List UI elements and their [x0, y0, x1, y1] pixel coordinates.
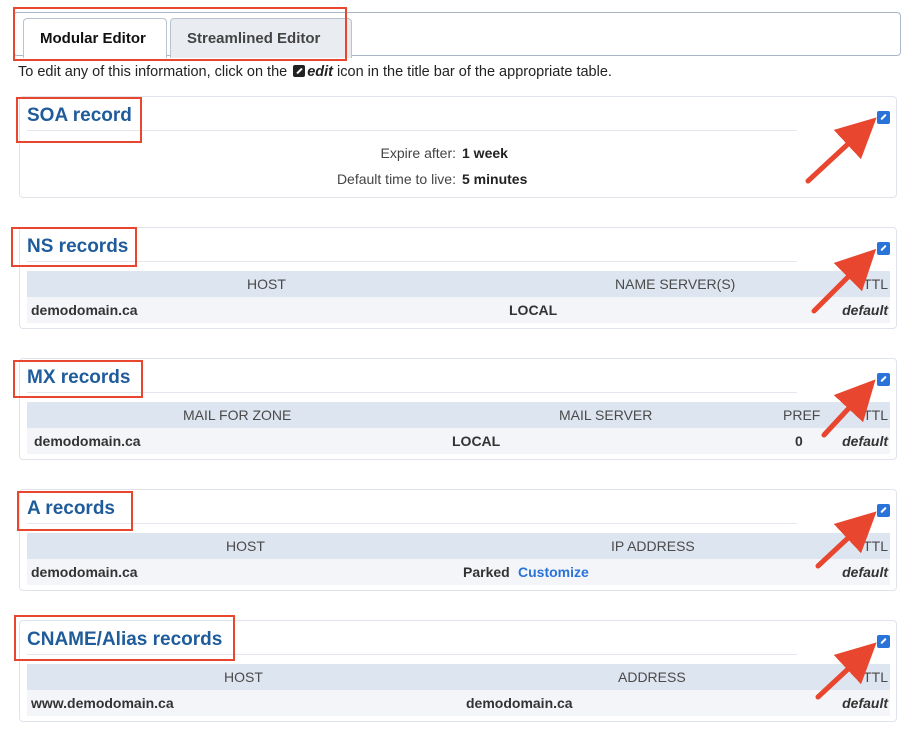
- cname-ttl-cell: default: [842, 695, 888, 711]
- instructions-before: To edit any of this information, click o…: [18, 64, 288, 80]
- title-divider: [27, 130, 797, 131]
- ns-table-header: HOST NAME SERVER(S) TTL: [27, 271, 890, 297]
- a-table-header: HOST IP ADDRESS TTL: [27, 533, 890, 559]
- editor-tabbar: Modular Editor Streamlined Editor: [13, 12, 901, 58]
- mx-records-title: MX records: [27, 367, 131, 388]
- cname-records-title: CNAME/Alias records: [27, 629, 223, 650]
- ns-edit-icon[interactable]: [877, 242, 890, 255]
- cname-host-cell: www.demodomain.ca: [31, 695, 174, 711]
- table-row: demodomain.ca Parked Customize default: [27, 559, 890, 585]
- instructions-text: To edit any of this information, click o…: [18, 64, 612, 80]
- table-row: www.demodomain.ca demodomain.ca default: [27, 690, 890, 716]
- a-host-cell: demodomain.ca: [31, 564, 138, 580]
- instructions-edit-word: edit: [307, 64, 334, 80]
- a-col-ip: IP ADDRESS: [611, 538, 695, 554]
- a-col-ttl: TTL: [863, 538, 888, 554]
- mx-zone-cell: demodomain.ca: [34, 433, 141, 449]
- mx-records-panel: MX records MAIL FOR ZONE MAIL SERVER PRE…: [19, 358, 897, 460]
- soa-record-title: SOA record: [27, 105, 132, 126]
- cname-col-address: ADDRESS: [618, 669, 686, 685]
- mx-col-ttl: TTL: [863, 407, 888, 423]
- mx-col-server: MAIL SERVER: [559, 407, 653, 423]
- a-ttl-cell: default: [842, 564, 888, 580]
- title-divider: [27, 654, 797, 655]
- ns-records-title: NS records: [27, 236, 129, 257]
- soa-record-panel: SOA record Expire after: 1 week Default …: [19, 96, 897, 198]
- cname-edit-icon[interactable]: [877, 635, 890, 648]
- a-records-title: A records: [27, 498, 115, 519]
- mx-col-pref: PREF: [783, 407, 821, 423]
- table-row: demodomain.ca LOCAL default: [27, 297, 890, 323]
- a-col-host: HOST: [226, 538, 265, 554]
- table-row: demodomain.ca LOCAL 0 default: [27, 428, 890, 454]
- mx-server-cell: LOCAL: [452, 433, 501, 449]
- a-ip-cell: Parked: [463, 564, 510, 580]
- ns-host-cell: demodomain.ca: [31, 302, 138, 318]
- instructions-after: icon in the title bar of the appropriate…: [337, 64, 612, 80]
- tab-modular-editor[interactable]: Modular Editor: [23, 18, 167, 58]
- title-divider: [27, 261, 797, 262]
- cname-records-panel: CNAME/Alias records HOST ADDRESS TTL www…: [19, 620, 897, 722]
- ns-col-ttl: TTL: [863, 276, 888, 292]
- cname-table-header: HOST ADDRESS TTL: [27, 664, 890, 690]
- cname-address-cell: demodomain.ca: [466, 695, 573, 711]
- soa-expire-value: 1 week: [462, 145, 508, 161]
- mx-edit-icon[interactable]: [877, 373, 890, 386]
- cname-col-ttl: TTL: [863, 669, 888, 685]
- ns-server-cell: LOCAL: [509, 302, 558, 318]
- mx-ttl-cell: default: [842, 433, 888, 449]
- mx-table-header: MAIL FOR ZONE MAIL SERVER PREF TTL: [27, 402, 890, 428]
- mx-pref-cell: 0: [795, 433, 803, 449]
- customize-link[interactable]: Customize: [518, 559, 589, 585]
- ns-col-nameserver: NAME SERVER(S): [615, 276, 736, 292]
- soa-expire-label: Expire after:: [380, 145, 456, 161]
- mx-col-zone: MAIL FOR ZONE: [183, 407, 292, 423]
- tab-streamlined-editor[interactable]: Streamlined Editor: [170, 18, 352, 58]
- a-records-panel: A records HOST IP ADDRESS TTL demodomain…: [19, 489, 897, 591]
- cname-col-host: HOST: [224, 669, 263, 685]
- ns-records-panel: NS records HOST NAME SERVER(S) TTL demod…: [19, 227, 897, 329]
- soa-edit-icon[interactable]: [877, 111, 890, 124]
- ns-col-host: HOST: [247, 276, 286, 292]
- title-divider: [27, 392, 797, 393]
- ns-ttl-cell: default: [842, 302, 888, 318]
- soa-ttl-value: 5 minutes: [462, 171, 528, 187]
- a-edit-icon[interactable]: [877, 504, 890, 517]
- title-divider: [27, 523, 797, 524]
- soa-ttl-label: Default time to live:: [336, 171, 456, 187]
- edit-icon: [293, 65, 306, 77]
